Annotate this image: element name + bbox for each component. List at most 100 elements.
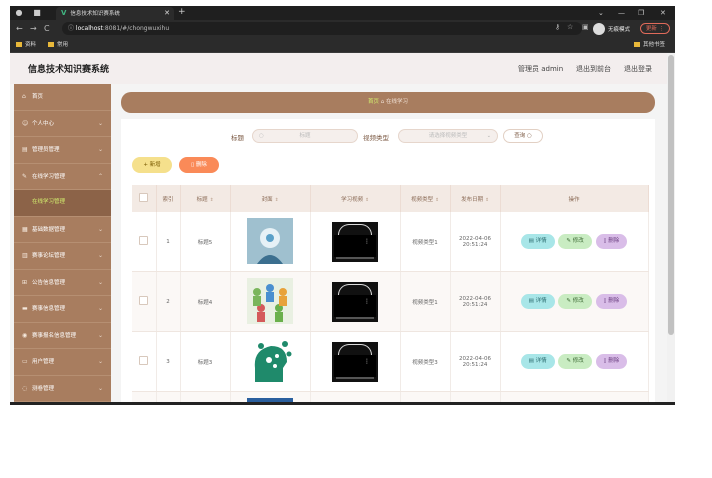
sort-icon: ⇕: [485, 197, 489, 203]
search-icon: ○: [259, 133, 264, 139]
cell-actions: ▤ 详情 ✎ 修改 ▯ 删除: [500, 212, 649, 272]
col-title[interactable]: 标题 ⇕: [180, 185, 231, 212]
forum-icon: ▥: [22, 252, 28, 259]
sidebar-item-users[interactable]: ▭ 用户管理 ⌄: [14, 349, 111, 376]
notice-icon: ⊞: [22, 278, 28, 286]
cell-video[interactable]: ⋮: [310, 212, 401, 272]
col-cover[interactable]: 封面 ⇕: [230, 185, 311, 212]
video-player[interactable]: ⋮: [332, 281, 378, 322]
maximize-icon[interactable]: ❐: [638, 6, 644, 20]
url-input[interactable]: ⓘ localhost:8081/#/chongwuxihu: [62, 22, 582, 35]
cover-image: [247, 337, 293, 384]
cell-video[interactable]: ⋮: [310, 271, 401, 332]
cover-image: [247, 217, 293, 264]
sidebar-item-signup[interactable]: ◉ 赛事报名信息管理 ⌄: [14, 323, 111, 349]
chevron-down-icon[interactable]: ⌄: [598, 6, 604, 20]
reload-icon[interactable]: C: [44, 24, 50, 33]
sidebar-item-event[interactable]: ▬ 赛事信息管理 ⌄: [14, 296, 111, 323]
other-bookmarks[interactable]: 其他书签: [634, 41, 665, 49]
batch-delete-button[interactable]: ▯ 删除: [179, 157, 219, 173]
sidebar-item-basedata[interactable]: ▦ 基础数据管理 ⌄: [14, 217, 111, 243]
select-all-checkbox[interactable]: [132, 185, 157, 212]
col-video[interactable]: 学习视频 ⇕: [310, 185, 401, 212]
sidebar-item-home[interactable]: ⌂ 首页: [14, 84, 111, 111]
admin-icon: ▤: [22, 146, 28, 153]
chevron-down-icon: ⌄: [97, 305, 103, 312]
update-button[interactable]: 更新 ⋮: [640, 23, 670, 34]
cell-index: 2: [156, 271, 181, 332]
cell-cover[interactable]: [230, 331, 311, 392]
tab-switcher-icon[interactable]: ■: [32, 8, 42, 18]
back-icon[interactable]: ←: [16, 24, 23, 33]
row-checkbox[interactable]: [132, 331, 157, 392]
exam-icon: ◌: [22, 384, 28, 392]
sidepanel-icon[interactable]: ▣: [582, 23, 589, 31]
edit-button[interactable]: ✎ 修改: [558, 354, 592, 369]
cell-video[interactable]: ⋮: [310, 331, 401, 392]
browser-menu-icon[interactable]: ●: [14, 8, 24, 18]
chevron-down-icon: ⌄: [97, 252, 103, 259]
forward-icon[interactable]: →: [30, 24, 37, 33]
browser-tab[interactable]: V 信息技术知识赛系统 ✕: [56, 7, 174, 20]
col-type[interactable]: 视频类型 ⇕: [400, 185, 451, 212]
search-icon: ○: [526, 133, 532, 139]
more-icon[interactable]: ⋮: [364, 298, 370, 305]
add-button[interactable]: + 新增: [132, 157, 172, 173]
video-player[interactable]: ⋮: [332, 221, 378, 262]
content-panel: 标题 ○ 标题 视频类型 请选择视频类型 ⌄ 查询 ○ + 新增 ▯ 删除 索引…: [121, 119, 655, 404]
cell-cover[interactable]: [230, 212, 311, 272]
detail-button[interactable]: ▤ 详情: [520, 294, 555, 309]
query-button[interactable]: 查询 ○: [503, 129, 543, 143]
sidebar-item-study[interactable]: ✎ 在线学习管理 ⌃: [14, 164, 111, 190]
minimize-icon[interactable]: —: [618, 6, 625, 20]
new-tab-button[interactable]: +: [178, 7, 186, 17]
scrollbar-thumb[interactable]: [668, 55, 674, 335]
cell-date: 2022-04-06 20:51:24: [450, 212, 501, 272]
sidebar-subitem-study[interactable]: 在线学习管理: [14, 190, 111, 217]
col-date[interactable]: 发布日期 ⇕: [450, 185, 501, 212]
star-icon[interactable]: ☆: [567, 23, 573, 31]
logout-link[interactable]: 退出登录: [624, 64, 652, 74]
row-checkbox[interactable]: [132, 271, 157, 332]
delete-button[interactable]: ▯ 删除: [595, 234, 628, 249]
folder-icon: [634, 42, 640, 47]
row-checkbox[interactable]: [132, 212, 157, 272]
data-table: 索引 标题 ⇕ 封面 ⇕ 学习视频 ⇕ 视频类型 ⇕ 发布日期 ⇕ 操作 1 标…: [132, 185, 649, 404]
sidebar-item-exam[interactable]: ◌ 测卷管理 ⌄: [14, 376, 111, 402]
col-actions: 操作: [500, 185, 649, 212]
cell-title: 标题4: [180, 271, 231, 332]
more-icon[interactable]: ⋮: [364, 238, 370, 245]
more-icon[interactable]: ⋮: [364, 358, 370, 365]
video-player[interactable]: ⋮: [332, 341, 378, 382]
bookmark-item[interactable]: 常用: [48, 41, 68, 49]
detail-button[interactable]: ▤ 详情: [520, 234, 555, 249]
page-scrollbar[interactable]: [667, 53, 675, 404]
delete-button[interactable]: ▯ 删除: [595, 294, 628, 309]
table-header-row: 索引 标题 ⇕ 封面 ⇕ 学习视频 ⇕ 视频类型 ⇕ 发布日期 ⇕ 操作: [132, 185, 649, 212]
cell-cover[interactable]: [230, 271, 311, 332]
sidebar-item-forum[interactable]: ▥ 赛事论坛管理 ⌄: [14, 243, 111, 270]
detail-button[interactable]: ▤ 详情: [520, 354, 555, 369]
edit-button[interactable]: ✎ 修改: [558, 234, 592, 249]
event-icon: ▬: [22, 305, 28, 312]
chevron-down-icon: ⌄: [97, 225, 103, 233]
col-index: 索引: [156, 185, 181, 212]
key-icon[interactable]: ⚷: [555, 23, 560, 31]
sidebar-item-notice[interactable]: ⊞ 公告信息管理 ⌄: [14, 270, 111, 296]
edit-button[interactable]: ✎ 修改: [558, 294, 592, 309]
breadcrumb-home[interactable]: 首页: [368, 99, 379, 105]
bookmark-item[interactable]: 资料: [16, 41, 36, 49]
video-type-select[interactable]: 请选择视频类型 ⌄: [398, 129, 498, 143]
sidebar-item-profile[interactable]: ☺ 个人中心 ⌄: [14, 111, 111, 137]
close-window-icon[interactable]: ✕: [660, 6, 666, 20]
sidebar-item-admin[interactable]: ▤ 管理员管理 ⌄: [14, 137, 111, 164]
close-tab-icon[interactable]: ✕: [164, 7, 170, 20]
chevron-down-icon: ⌄: [486, 133, 491, 139]
screenshot-bottom-edge: [10, 402, 675, 405]
chevron-up-icon: ⌃: [97, 172, 103, 180]
title-search-input[interactable]: ○ 标题: [252, 129, 358, 143]
guest-avatar-icon[interactable]: [593, 23, 605, 35]
back-to-front-link[interactable]: 退出到前台: [576, 64, 611, 74]
delete-button[interactable]: ▯ 删除: [595, 354, 628, 369]
user-icon: ☺: [22, 119, 29, 127]
